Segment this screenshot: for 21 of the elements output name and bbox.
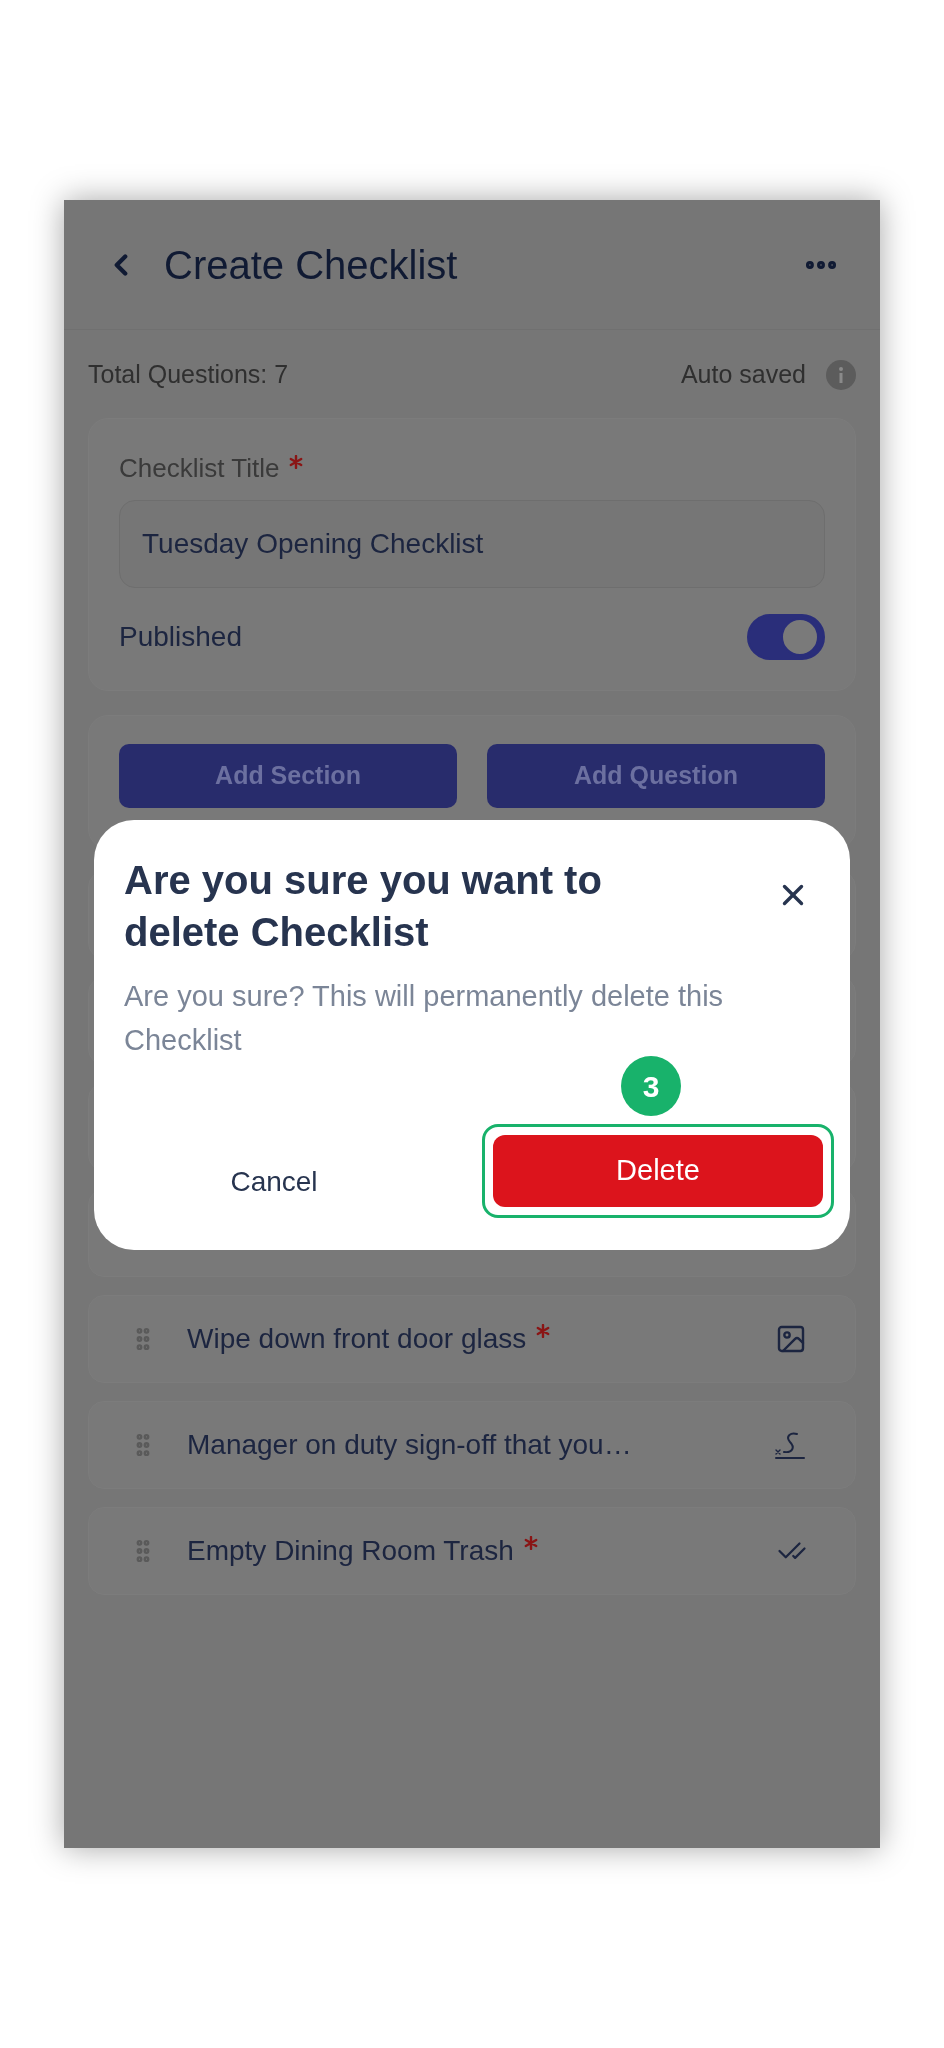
question-row[interactable]: Empty Dining Room Trash (88, 1506, 856, 1595)
question-row[interactable]: Manager on duty sign-off that you… (88, 1400, 856, 1489)
add-button[interactable]: Add Section (119, 743, 457, 808)
field-label: Checklist Title (119, 448, 825, 488)
cancel-button[interactable]: Cancel (124, 1146, 424, 1218)
dialog-title: Are you sure you want to delete Checklist (124, 857, 603, 956)
question-text: Empty Dining Room Trash (187, 1529, 538, 1572)
autosave-status: Auto saved (680, 359, 806, 390)
question-text: Wipe down front door glass (187, 1317, 551, 1360)
total-questions: Total Questions: 7 (88, 359, 289, 390)
question-row[interactable]: Wipe down front door glass (88, 1294, 856, 1383)
step-badge: 3 (621, 1056, 681, 1116)
question-text: Manager on duty sign-off that you… (187, 1427, 632, 1462)
dialog-message: Are you sure? This will permanently delete this Checklist (124, 979, 725, 1058)
published-toggle[interactable] (747, 613, 825, 660)
delete-button[interactable]: Delete (493, 1135, 823, 1207)
published-label: Published (119, 619, 242, 654)
page-title: Create Checklist (164, 241, 458, 289)
title-input-field[interactable]: Tuesday Opening Checklist (119, 499, 825, 588)
info-icon[interactable] (826, 359, 856, 390)
add-button[interactable]: Add Question (487, 743, 825, 808)
